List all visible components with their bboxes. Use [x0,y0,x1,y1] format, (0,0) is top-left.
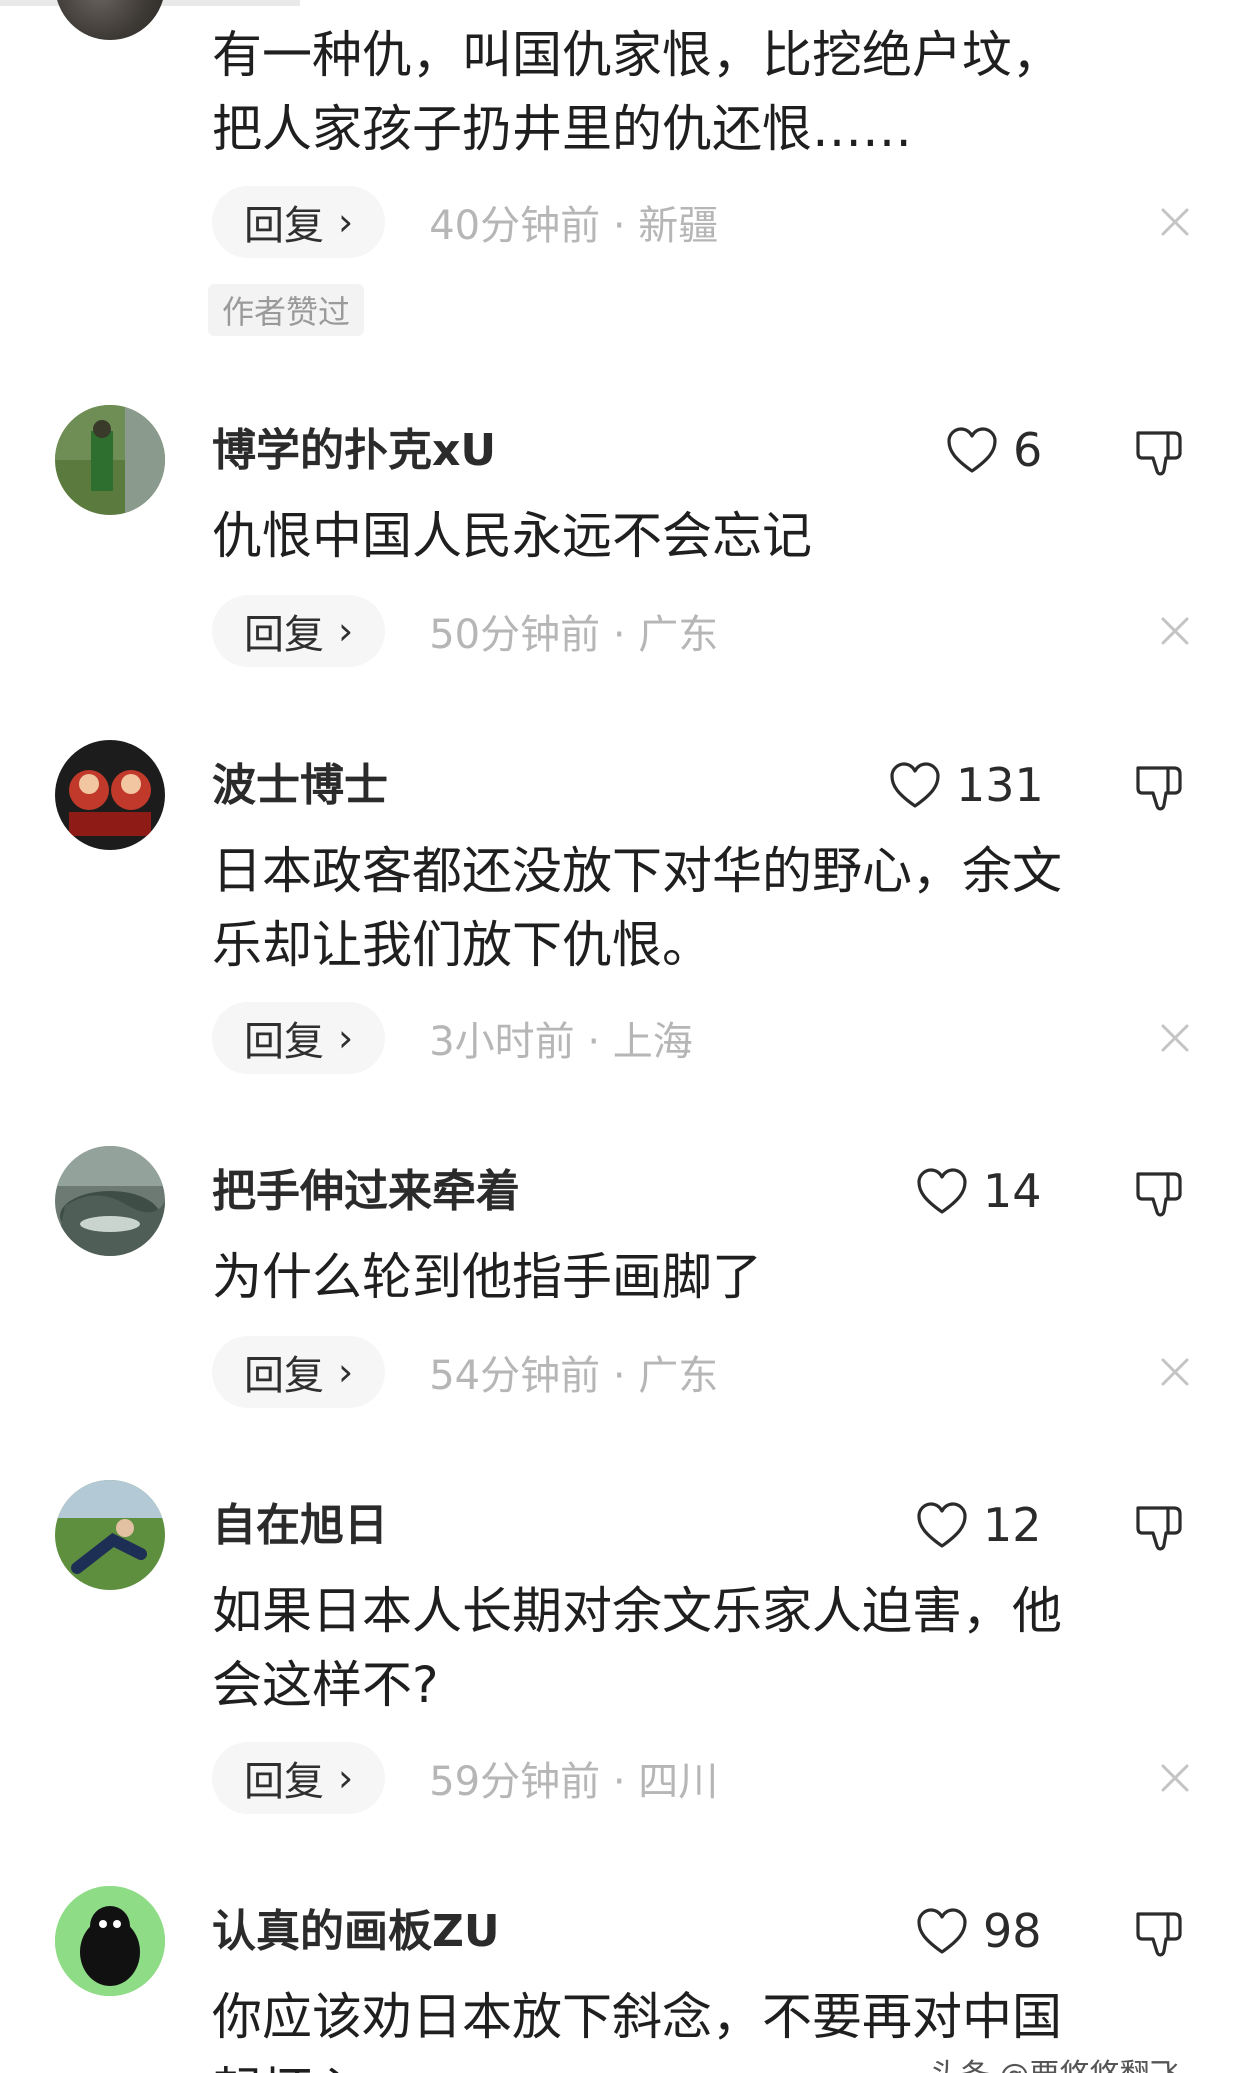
reply-button[interactable]: 回复 › [212,186,386,258]
chevron-right-icon: › [338,200,354,244]
username[interactable]: 博学的扑克xU [212,425,496,477]
heart-icon [890,762,940,808]
like-count: 6 [1013,423,1043,477]
comment-text: 为什么轮到他指手画脚了 [212,1248,762,1306]
comment-text: 有一种仇，叫国仇家恨，比挖绝户坟， 把人家孩子扔井里的仇还恨…… [212,26,1062,158]
like-button[interactable]: 6 [945,420,1042,480]
reply-button[interactable]: 回复 › [212,1002,386,1074]
like-count: 98 [983,1904,1042,1958]
avatar[interactable] [55,405,165,515]
comment-text: 日本政客都还没放下对华的野心，余文 乐却让我们放下仇恨。 [212,842,1062,974]
comment-meta-row: 回复 › 50分钟前 · 广东 [212,595,718,667]
chevron-right-icon: › [338,1756,354,1800]
dislike-icon[interactable] [1132,1500,1188,1556]
like-count: 14 [983,1164,1042,1218]
reply-label: 回复 [244,612,324,658]
chevron-right-icon: › [338,609,354,653]
avatar[interactable] [55,1886,165,1996]
comment-time-location: 3小时前 · 上海 [429,1019,693,1065]
author-liked-badge: 作者赞过 [208,284,365,336]
like-count: 131 [956,758,1044,812]
comment-meta-row: 回复 › 3小时前 · 上海 [212,1002,693,1074]
comment-meta-row: 回复 › 59分钟前 · 四川 [212,1742,718,1814]
dislike-icon[interactable] [1132,760,1188,816]
chevron-right-icon: › [338,1016,354,1060]
comment-meta-row: 回复 › 54分钟前 · 广东 [212,1336,718,1408]
dislike-icon[interactable] [1132,1906,1188,1962]
avatar[interactable] [55,0,165,40]
close-icon[interactable] [1155,611,1195,651]
reply-label: 回复 [244,1759,324,1805]
like-count: 12 [983,1498,1042,1552]
chevron-right-icon: › [338,1350,354,1394]
username[interactable]: 把手伸过来牵着 [212,1166,520,1218]
reply-button[interactable]: 回复 › [212,1742,386,1814]
reply-label: 回复 [244,1353,324,1399]
avatar[interactable] [55,1146,165,1256]
username[interactable]: 自在旭日 [212,1500,388,1552]
heart-icon [917,1502,967,1548]
comment-text: 如果日本人长期对余文乐家人迫害，他 会这样不? [212,1582,1062,1714]
reply-button[interactable]: 回复 › [212,1336,386,1408]
comment-time-location: 59分钟前 · 四川 [429,1759,719,1805]
reply-label: 回复 [244,1019,324,1065]
reply-label: 回复 [244,203,324,249]
close-icon[interactable] [1155,202,1195,242]
comment-meta-row: 回复 › 40分钟前 · 新疆 [212,186,718,258]
comment-time-location: 54分钟前 · 广东 [429,1353,719,1399]
close-icon[interactable] [1155,1352,1195,1392]
username[interactable]: 认真的画板ZU [212,1906,500,1958]
heart-icon [917,1168,967,1214]
like-button[interactable]: 131 [888,755,1044,815]
comment-time-location: 40分钟前 · 新疆 [429,203,719,249]
close-icon[interactable] [1155,1018,1195,1058]
comment-time-location: 50分钟前 · 广东 [429,612,719,658]
close-icon[interactable] [1155,1758,1195,1798]
like-button[interactable]: 14 [915,1161,1042,1221]
dislike-icon[interactable] [1132,425,1188,481]
avatar[interactable] [55,740,165,850]
heart-icon [947,427,997,473]
comment-text: 仇恨中国人民永远不会忘记 [212,507,812,565]
username[interactable]: 波士博士 [212,760,388,812]
reply-button[interactable]: 回复 › [212,595,386,667]
dislike-icon[interactable] [1132,1166,1188,1222]
heart-icon [917,1908,967,1954]
like-button[interactable]: 12 [915,1495,1042,1555]
watermark: 头条 @要悠悠翻飞 [930,2050,1180,2073]
avatar[interactable] [55,1480,165,1590]
like-button[interactable]: 98 [915,1901,1042,1961]
comment-list-page: 有一种仇，叫国仇家恨，比挖绝户坟， 把人家孩子扔井里的仇还恨…… 回复 › 40… [0,0,1242,2073]
